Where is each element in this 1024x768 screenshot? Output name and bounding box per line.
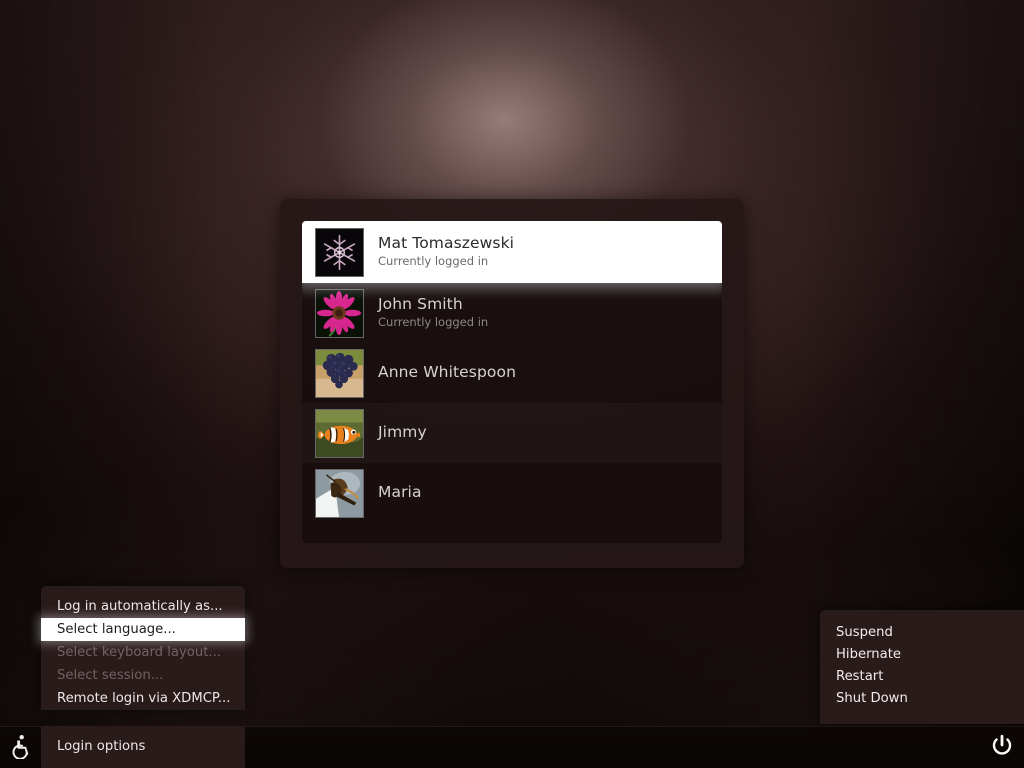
user-status: Currently logged in: [378, 315, 489, 330]
menu-item-suspend[interactable]: Suspend: [820, 622, 1024, 644]
menu-item-select-keyboard-layout: Select keyboard layout...: [57, 645, 221, 660]
clownfish-avatar: [315, 408, 364, 458]
user-list: Mat Tomaszewski Currently logged in John…: [302, 221, 722, 543]
power-button[interactable]: [985, 731, 1019, 765]
menu-item-select-language[interactable]: Select language...: [41, 618, 245, 641]
menu-item-shut-down[interactable]: Shut Down: [820, 688, 1024, 710]
grapes-avatar: [315, 348, 364, 398]
user-info: Maria: [378, 483, 422, 502]
user-name: John Smith: [378, 295, 463, 314]
user-row[interactable]: John Smith Currently logged in: [302, 283, 722, 343]
menu-item-hibernate[interactable]: Hibernate: [820, 644, 1024, 666]
menu-item-login-automatically[interactable]: Log in automatically as...: [41, 595, 245, 618]
pink-flower-avatar: [315, 288, 364, 338]
power-icon: [989, 733, 1015, 763]
user-name: Maria: [378, 483, 422, 502]
user-row[interactable]: Jimmy: [302, 403, 722, 463]
menu-item-select-session: Select session...: [57, 668, 164, 683]
user-info: Mat Tomaszewski Currently logged in: [378, 235, 514, 268]
user-row[interactable]: Anne Whitespoon: [302, 343, 722, 403]
accessibility-button[interactable]: [4, 731, 38, 765]
user-status: Currently logged in: [378, 254, 489, 269]
menu-item-restart[interactable]: Restart: [820, 666, 1024, 688]
user-info: John Smith Currently logged in: [378, 296, 488, 329]
menu-item-remote-login-xdmcp[interactable]: Remote login via XDMCP...: [41, 687, 245, 710]
login-options-button[interactable]: Login options: [41, 726, 245, 768]
moth-avatar: [315, 468, 364, 518]
snowflake-avatar: [315, 227, 364, 277]
user-row[interactable]: Maria: [302, 463, 722, 523]
power-menu: Suspend Hibernate Restart Shut Down: [820, 610, 1024, 724]
wheelchair-icon: [9, 734, 34, 763]
user-name: Mat Tomaszewski: [378, 234, 515, 253]
user-name: Anne Whitespoon: [378, 363, 516, 382]
user-info: Anne Whitespoon: [378, 363, 516, 382]
login-greeter-panel: Mat Tomaszewski Currently logged in John…: [280, 199, 744, 568]
login-options-menu: Log in automatically as... Select langua…: [41, 586, 245, 710]
user-name: Jimmy: [378, 423, 427, 442]
user-info: Jimmy: [378, 423, 427, 442]
user-row[interactable]: Mat Tomaszewski Currently logged in: [302, 221, 722, 283]
